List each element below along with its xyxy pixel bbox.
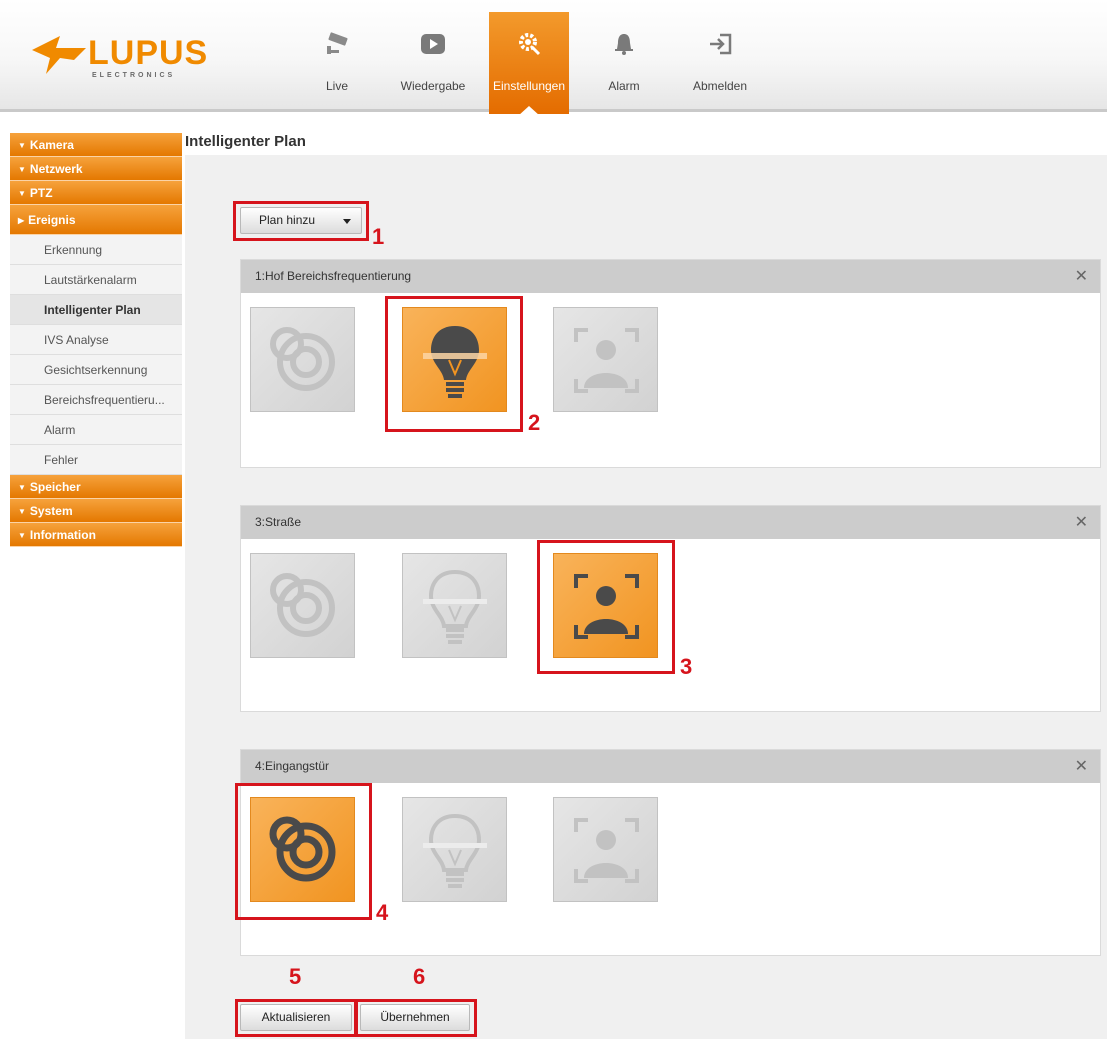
play-icon xyxy=(421,34,445,54)
sidebar-item-label: Kamera xyxy=(29,138,74,152)
callout-box-1 xyxy=(233,201,369,241)
top-header: LUPUS ELECTRONICS Live Wiedergabe Einste… xyxy=(0,0,1107,116)
nav-abmelden-label: Abmelden xyxy=(692,79,748,93)
callout-box-3 xyxy=(537,540,675,674)
title-strip xyxy=(319,129,1107,155)
bell-icon xyxy=(615,34,633,55)
sidebar-item-speicher[interactable]: ▼ Speicher xyxy=(10,475,182,499)
face-detection-icon xyxy=(574,328,639,393)
logout-icon xyxy=(710,33,732,55)
lupus-logo: LUPUS ELECTRONICS xyxy=(30,30,210,80)
sidebar-item-gesichtserkennung[interactable]: Gesichtserkennung xyxy=(10,355,182,385)
chevron-down-icon: ▼ xyxy=(18,189,26,198)
callout-number-3: 3 xyxy=(680,654,693,679)
tile-target[interactable] xyxy=(250,307,355,412)
active-nav-caret xyxy=(518,106,540,116)
sidebar-item-lautstaerkenalarm[interactable]: Lautstärkenalarm xyxy=(10,265,182,295)
callout-box-4 xyxy=(235,783,372,920)
nav-einstellungen[interactable]: Einstellungen xyxy=(489,12,569,116)
sidebar-item-ivs-analyse[interactable]: IVS Analyse xyxy=(10,325,182,355)
logo-wordmark: LUPUS xyxy=(88,34,209,72)
sidebar-item-intelligenter-plan[interactable]: Intelligenter Plan xyxy=(10,295,182,325)
close-icon[interactable]: ✕ xyxy=(1075,260,1088,293)
tile-face-detection[interactable] xyxy=(553,307,658,412)
sidebar-item-erkennung[interactable]: Erkennung xyxy=(10,235,182,265)
sidebar-item-label: Netzwerk xyxy=(29,162,83,176)
logo-subtitle: ELECTRONICS xyxy=(92,72,176,79)
chevron-down-icon: ▼ xyxy=(18,483,26,492)
sidebar-item-system[interactable]: ▼ System xyxy=(10,499,182,523)
callout-box-5 xyxy=(235,999,357,1037)
sidebar-item-label: PTZ xyxy=(29,186,53,200)
nav-alarm[interactable]: Alarm xyxy=(584,12,664,114)
plan-title: 4:Eingangstür xyxy=(255,759,330,773)
sidebar-item-label: Speicher xyxy=(29,480,81,494)
sidebar-item-label: Information xyxy=(29,528,96,542)
sidebar-item-information[interactable]: ▼ Information xyxy=(10,523,182,547)
sidebar-item-ptz[interactable]: ▼ PTZ xyxy=(10,181,182,205)
target-icon xyxy=(270,573,335,637)
callout-number-1: 1 xyxy=(372,224,385,249)
nav-wiedergabe[interactable]: Wiedergabe xyxy=(393,12,473,114)
chevron-down-icon: ▼ xyxy=(18,165,26,174)
chevron-right-icon: ▶ xyxy=(18,216,25,225)
nav-live-label: Live xyxy=(325,79,348,93)
plan-header: 1:Hof Bereichsfrequentierung ✕ xyxy=(241,260,1100,293)
tile-lightbulb[interactable] xyxy=(402,797,507,902)
sidebar-item-alarm[interactable]: Alarm xyxy=(10,415,182,445)
lightbulb-icon xyxy=(423,569,487,644)
callout-number-6: 6 xyxy=(413,964,426,989)
plan-title: 3:Straße xyxy=(255,515,302,529)
callout-number-4: 4 xyxy=(376,900,389,925)
plan-panel-1: 1:Hof Bereichsfrequentierung ✕ xyxy=(240,259,1101,468)
app-window: LUPUS ELECTRONICS Live Wiedergabe Einste… xyxy=(0,0,1107,1039)
chevron-down-icon: ▼ xyxy=(18,141,26,150)
callout-number-2: 2 xyxy=(528,410,541,435)
sidebar-item-label: System xyxy=(29,504,73,518)
tile-face-detection[interactable] xyxy=(553,797,658,902)
sidebar: ▼ Kamera ▼ Netzwerk ▼ PTZ ▶ Ereignis Erkennu… xyxy=(10,133,182,547)
target-icon xyxy=(270,327,335,391)
camera-icon xyxy=(327,32,348,54)
sidebar-item-netzwerk[interactable]: ▼ Netzwerk xyxy=(10,157,182,181)
chevron-down-icon: ▼ xyxy=(18,531,26,540)
close-icon[interactable]: ✕ xyxy=(1075,750,1088,783)
plan-header: 3:Straße ✕ xyxy=(241,506,1100,539)
chevron-down-icon: ▼ xyxy=(18,507,26,516)
sidebar-item-ereignis[interactable]: ▶ Ereignis xyxy=(10,205,182,235)
plan-header: 4:Eingangstür ✕ xyxy=(241,750,1100,783)
lightbulb-icon xyxy=(423,813,487,888)
settings-icon xyxy=(519,33,541,56)
plan-title: 1:Hof Bereichsfrequentierung xyxy=(255,269,412,283)
nav-live[interactable]: Live xyxy=(297,12,377,114)
page-title: Intelligenter Plan xyxy=(185,129,319,155)
close-icon[interactable]: ✕ xyxy=(1075,506,1088,539)
sidebar-item-label: Ereignis xyxy=(28,213,76,227)
sidebar-item-fehler[interactable]: Fehler xyxy=(10,445,182,475)
nav-wiedergabe-label: Wiedergabe xyxy=(400,79,466,93)
callout-box-2 xyxy=(385,296,523,432)
sidebar-item-kamera[interactable]: ▼ Kamera xyxy=(10,133,182,157)
nav-einstellungen-label: Einstellungen xyxy=(492,79,566,93)
nav-alarm-label: Alarm xyxy=(608,79,640,93)
callout-number-5: 5 xyxy=(289,964,302,989)
tile-target[interactable] xyxy=(250,553,355,658)
face-detection-icon xyxy=(574,818,639,883)
callout-box-6 xyxy=(355,999,477,1037)
sidebar-item-bereichsfrequentierung[interactable]: Bereichsfrequentieru... xyxy=(10,385,182,415)
tile-lightbulb[interactable] xyxy=(402,553,507,658)
nav-abmelden[interactable]: Abmelden xyxy=(680,12,760,114)
